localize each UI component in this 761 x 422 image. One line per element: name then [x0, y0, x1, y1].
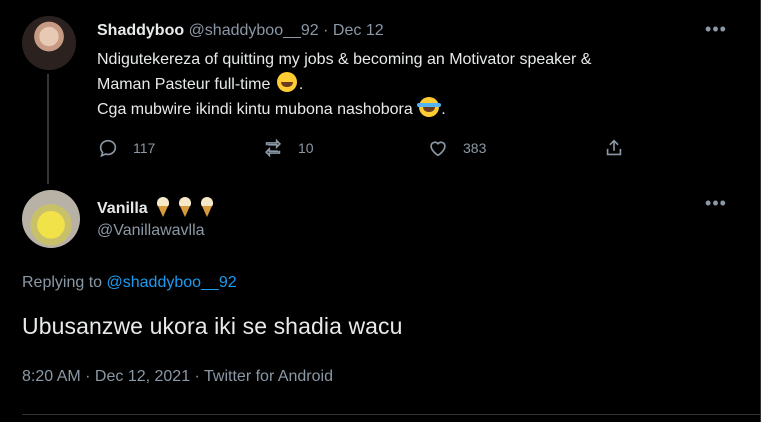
ice-cream-emoji [178, 197, 192, 217]
tweet-text-segment: . [441, 101, 446, 118]
parent-tweet[interactable]: Shaddyboo @shaddyboo__92 · Dec 12 ••• Nd… [0, 0, 760, 184]
separator: · [323, 22, 329, 39]
share-button[interactable] [603, 137, 639, 159]
tweet-text: Ndigutekereza of quitting my jobs & beco… [97, 48, 697, 122]
replying-to: Replying to @shaddyboo__92 [22, 274, 237, 292]
reply-button[interactable]: 117 [97, 137, 155, 159]
avatar[interactable] [22, 16, 76, 70]
tweet-text-line: Cga mubwire ikindi kintu mubona nashobor… [97, 97, 697, 122]
share-icon [603, 137, 625, 159]
retweet-icon [262, 137, 284, 159]
tweet-text-line: Ndigutekereza of quitting my jobs & beco… [97, 51, 592, 68]
retweet-button[interactable]: 10 [262, 137, 314, 159]
reply-icon [97, 137, 119, 159]
ice-cream-emoji [156, 197, 170, 217]
tweet-actions: 117 10 383 [97, 137, 637, 161]
more-icon[interactable]: ••• [704, 20, 728, 38]
tears-of-joy-emoji [417, 97, 442, 117]
author-name[interactable]: Vanilla [97, 197, 214, 218]
grinning-face-emoji [276, 72, 297, 92]
tweet-header: Shaddyboo @shaddyboo__92 · Dec 12 [97, 22, 384, 40]
reply-count: 117 [133, 140, 156, 156]
author-name[interactable]: Shaddyboo [97, 22, 184, 39]
author-name-text: Vanilla [97, 200, 148, 217]
author-handle[interactable]: @Vanillawavlla [97, 222, 205, 240]
like-button[interactable]: 383 [427, 137, 486, 159]
thread-line [47, 74, 49, 184]
like-count: 383 [463, 140, 487, 156]
tweet-text-segment: . [298, 76, 304, 93]
tweet-date[interactable]: Dec 12 [333, 22, 384, 39]
heart-icon [427, 137, 449, 159]
retweet-count: 10 [298, 140, 314, 156]
tweet-text-segment: Cga mubwire ikindi kintu mubona nashobor… [97, 101, 413, 118]
tweet-thread: Shaddyboo @shaddyboo__92 · Dec 12 ••• Nd… [0, 0, 761, 422]
tweet-meta[interactable]: 8:20 AM · Dec 12, 2021 · Twitter for And… [22, 368, 333, 386]
avatar[interactable] [22, 190, 80, 248]
more-icon[interactable]: ••• [704, 194, 728, 212]
tweet-text-segment: Maman Pasteur full-time [97, 76, 271, 93]
author-handle[interactable]: @shaddyboo__92 [189, 22, 319, 39]
tweet-text: Ubusanzwe ukora iki se shadia wacu [22, 313, 403, 339]
replying-prefix: Replying to [22, 274, 103, 291]
divider [22, 414, 760, 415]
replying-to-link[interactable]: @shaddyboo__92 [107, 274, 237, 291]
ice-cream-emoji [200, 197, 214, 217]
tweet-text-line: Maman Pasteur full-time . [97, 72, 697, 97]
